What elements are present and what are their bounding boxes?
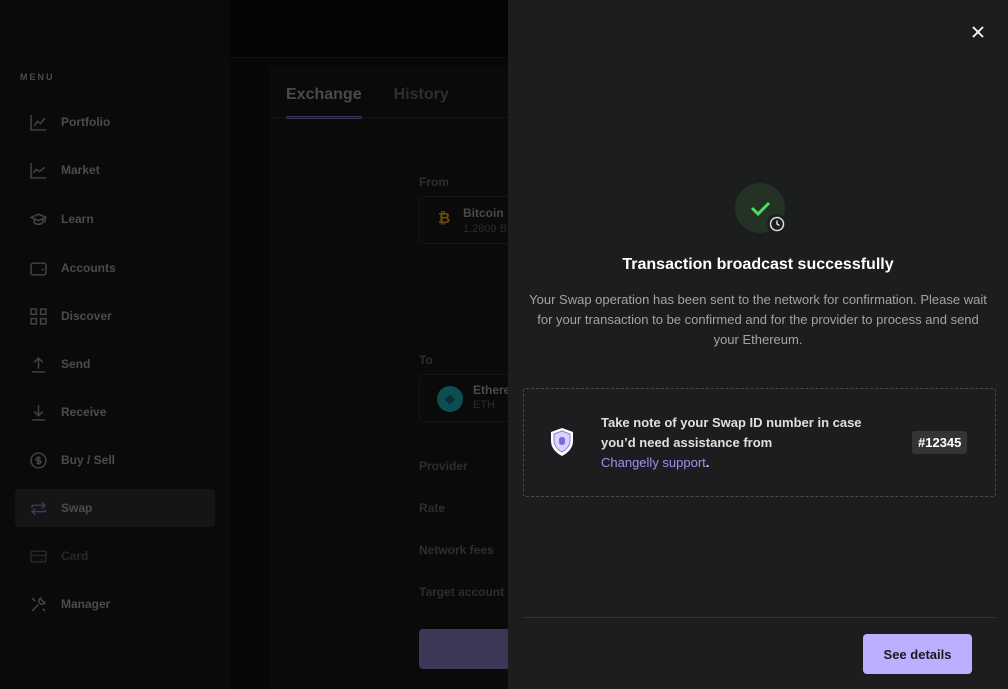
sidebar-item-manager[interactable]: Manager (15, 585, 215, 623)
sidebar-item-portfolio[interactable]: Portfolio (15, 103, 215, 141)
exchange-button[interactable] (419, 629, 508, 669)
sidebar-item-receive[interactable]: Receive (15, 393, 215, 431)
card-icon (30, 549, 47, 563)
sidebar-item-buy-sell[interactable]: Buy / Sell (15, 441, 215, 479)
arrow-up-icon (32, 356, 45, 373)
target-account-label: Target account (419, 585, 505, 599)
shield-hand-icon (551, 428, 573, 456)
clock-icon (767, 214, 787, 234)
sidebar-item-label: Accounts (61, 261, 116, 275)
sidebar-item-label: Swap (61, 501, 93, 515)
sidebar-item-label: Learn (61, 212, 94, 226)
sidebar-item-send[interactable]: Send (15, 345, 215, 383)
sidebar-item-label: Send (61, 357, 91, 371)
wallet-icon (30, 261, 47, 276)
swap-id-badge: #12345 (912, 431, 968, 454)
grid-icon (30, 307, 47, 325)
sidebar-item-label: Portfolio (61, 115, 111, 129)
network-fees-label: Network fees (419, 543, 494, 557)
from-label: From (419, 175, 449, 189)
sidebar-item-accounts[interactable]: Accounts (15, 249, 215, 287)
swap-form: Exchange History From ₿ Bitcoin 1.2809 B… (270, 66, 519, 689)
menu-title: MENU (20, 72, 55, 82)
sidebar-item-discover[interactable]: Discover (15, 297, 215, 335)
note-text: Take note of your Swap ID number in case… (601, 413, 891, 473)
ethereum-icon: ◆ (437, 386, 463, 412)
tools-icon (31, 596, 46, 611)
swap-arrows-icon (31, 501, 46, 515)
note-body: Take note of your Swap ID number in case… (601, 415, 862, 450)
note-period: . (705, 455, 710, 470)
sidebar-item-label: Discover (61, 309, 112, 323)
from-coin-name: Bitcoin (463, 206, 504, 220)
arrow-down-icon (32, 404, 45, 421)
modal-title: Transaction broadcast successfully (622, 256, 894, 273)
from-account-selector[interactable]: ₿ Bitcoin 1.2809 BTC (419, 196, 519, 244)
changelly-support-link[interactable]: Changelly support (601, 455, 706, 470)
sidebar-item-label: Manager (61, 597, 111, 611)
to-ticker: ETH (473, 399, 495, 411)
divider (270, 117, 508, 118)
to-account-selector[interactable]: ◆ Ethereum ETH (419, 374, 519, 422)
graduation-cap-icon (30, 212, 47, 225)
sidebar-item-learn[interactable]: Learn (15, 200, 215, 238)
tab-exchange[interactable]: Exchange (286, 86, 362, 119)
chart-line-icon (30, 114, 46, 131)
bitcoin-icon: ₿ (438, 210, 451, 227)
sidebar-item-label: Buy / Sell (61, 453, 116, 467)
sidebar-item-label: Card (61, 549, 89, 563)
close-icon[interactable] (968, 22, 988, 42)
modal-description: Your Swap operation has been sent to the… (529, 292, 987, 347)
provider-label: Provider (419, 459, 468, 473)
sidebar-item-card[interactable]: Card (15, 537, 215, 575)
dollar-circle-icon (30, 451, 47, 469)
sidebar: MENU Portfolio Market Learn Accounts Dis… (0, 0, 230, 689)
sidebar-item-label: Receive (61, 405, 107, 419)
top-bar (230, 0, 508, 58)
tab-history[interactable]: History (394, 86, 449, 119)
rate-label: Rate (419, 501, 446, 515)
sidebar-item-swap[interactable]: Swap (15, 489, 215, 527)
footer-divider (523, 617, 996, 618)
sidebar-item-market[interactable]: Market (15, 151, 215, 189)
success-drawer: Transaction broadcast successfully Your … (508, 0, 1008, 689)
market-chart-icon (30, 162, 46, 179)
see-details-button[interactable]: See details (863, 634, 972, 674)
to-label: To (419, 353, 433, 367)
swap-id-note: Take note of your Swap ID number in case… (523, 388, 996, 497)
sidebar-item-label: Market (61, 163, 100, 177)
